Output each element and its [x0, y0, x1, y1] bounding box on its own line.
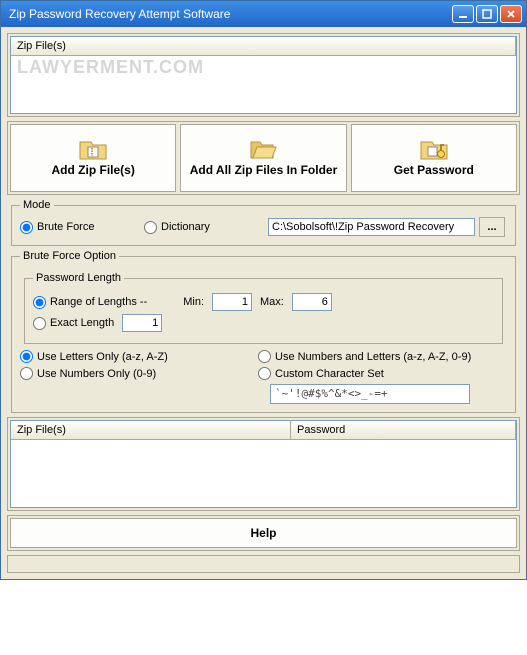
maximize-button[interactable]	[476, 5, 498, 23]
letters-radio-input[interactable]	[20, 350, 33, 363]
results-header-row: Zip File(s) Password	[11, 421, 516, 440]
brute-force-radio-input[interactable]	[20, 221, 33, 234]
brute-force-option-legend: Brute Force Option	[20, 250, 119, 262]
numbers-radio-input[interactable]	[20, 367, 33, 380]
titlebar: Zip Password Recovery Attempt Software	[1, 1, 526, 27]
exact-radio[interactable]: Exact Length	[33, 317, 114, 330]
zip-files-header-row: Zip File(s)	[11, 37, 516, 56]
max-input[interactable]	[292, 293, 332, 311]
add-zip-files-button[interactable]: Add Zip File(s)	[10, 124, 176, 192]
brute-force-label: Brute Force	[37, 221, 94, 233]
custom-radio-input[interactable]	[258, 367, 271, 380]
status-bar	[7, 555, 520, 573]
help-label: Help	[250, 526, 276, 540]
min-label: Min:	[183, 296, 204, 308]
mode-fieldset: Mode Brute Force Dictionary ...	[11, 199, 516, 246]
numbers-letters-label: Use Numbers and Letters (a-z, A-Z, 0-9)	[275, 351, 471, 363]
add-zip-files-label: Add Zip File(s)	[52, 163, 135, 177]
get-password-label: Get Password	[394, 163, 474, 177]
get-password-button[interactable]: Get Password	[351, 124, 517, 192]
dictionary-path-input[interactable]	[268, 218, 475, 236]
help-panel: Help	[7, 515, 520, 551]
results-list[interactable]: Zip File(s) Password	[10, 420, 517, 508]
range-radio-input[interactable]	[33, 296, 46, 309]
brute-force-radio[interactable]: Brute Force	[20, 221, 140, 234]
custom-label: Custom Character Set	[275, 368, 384, 380]
window-controls	[452, 5, 522, 23]
add-folder-button[interactable]: Add All Zip Files In Folder	[180, 124, 346, 192]
numbers-radio[interactable]: Use Numbers Only (0-9)	[20, 367, 250, 380]
mode-legend: Mode	[20, 199, 54, 211]
watermark-text: LAWYERMENT.COM	[17, 57, 204, 78]
range-label: Range of Lengths --	[50, 296, 147, 308]
dictionary-label: Dictionary	[161, 221, 210, 233]
folder-key-icon	[420, 139, 448, 161]
mode-row: Brute Force Dictionary ...	[20, 217, 507, 237]
letters-label: Use Letters Only (a-z, A-Z)	[37, 351, 168, 363]
help-button[interactable]: Help	[10, 518, 517, 548]
app-window: Zip Password Recovery Attempt Software Z…	[0, 0, 527, 580]
exact-radio-input[interactable]	[33, 317, 46, 330]
dictionary-radio[interactable]: Dictionary	[144, 221, 264, 234]
close-button[interactable]	[500, 5, 522, 23]
custom-radio[interactable]: Custom Character Set	[258, 367, 507, 380]
password-length-legend: Password Length	[33, 272, 124, 284]
custom-charset-display: `~'!@#$%^&*<>_-=+	[270, 384, 470, 404]
action-buttons-row: Add Zip File(s) Add All Zip Files In Fol…	[8, 122, 519, 194]
exact-input[interactable]	[122, 314, 162, 332]
action-buttons-panel: Add Zip File(s) Add All Zip Files In Fol…	[7, 121, 520, 195]
zip-files-list[interactable]: Zip File(s) LAWYERMENT.COM	[10, 36, 517, 114]
numbers-label: Use Numbers Only (0-9)	[37, 368, 156, 380]
numbers-letters-radio-input[interactable]	[258, 350, 271, 363]
dictionary-radio-input[interactable]	[144, 221, 157, 234]
browse-button[interactable]: ...	[479, 217, 505, 237]
folder-open-icon	[249, 139, 277, 161]
range-radio[interactable]: Range of Lengths --	[33, 296, 147, 309]
min-input[interactable]	[212, 293, 252, 311]
results-col-file[interactable]: Zip File(s)	[11, 421, 291, 439]
range-row: Range of Lengths -- Min: Max:	[33, 293, 494, 311]
charset-grid: Use Letters Only (a-z, A-Z) Use Numbers …	[20, 350, 507, 380]
window-title: Zip Password Recovery Attempt Software	[5, 7, 452, 21]
password-length-fieldset: Password Length Range of Lengths -- Min:…	[24, 272, 503, 344]
add-folder-label: Add All Zip Files In Folder	[190, 163, 338, 177]
results-col-password[interactable]: Password	[291, 421, 516, 439]
max-label: Max:	[260, 296, 284, 308]
results-panel: Zip File(s) Password	[7, 417, 520, 511]
exact-row: Exact Length	[33, 314, 494, 332]
brute-force-option-fieldset: Brute Force Option Password Length Range…	[11, 250, 516, 413]
close-icon	[506, 9, 516, 19]
folder-zip-icon	[79, 139, 107, 161]
minimize-icon	[458, 9, 468, 19]
maximize-icon	[482, 9, 492, 19]
numbers-letters-radio[interactable]: Use Numbers and Letters (a-z, A-Z, 0-9)	[258, 350, 507, 363]
zip-files-header[interactable]: Zip File(s)	[11, 37, 516, 55]
letters-radio[interactable]: Use Letters Only (a-z, A-Z)	[20, 350, 250, 363]
client-area: Zip File(s) LAWYERMENT.COM Add Zip File(…	[1, 27, 526, 579]
minimize-button[interactable]	[452, 5, 474, 23]
zip-files-panel: Zip File(s) LAWYERMENT.COM	[7, 33, 520, 117]
exact-label: Exact Length	[50, 317, 114, 329]
